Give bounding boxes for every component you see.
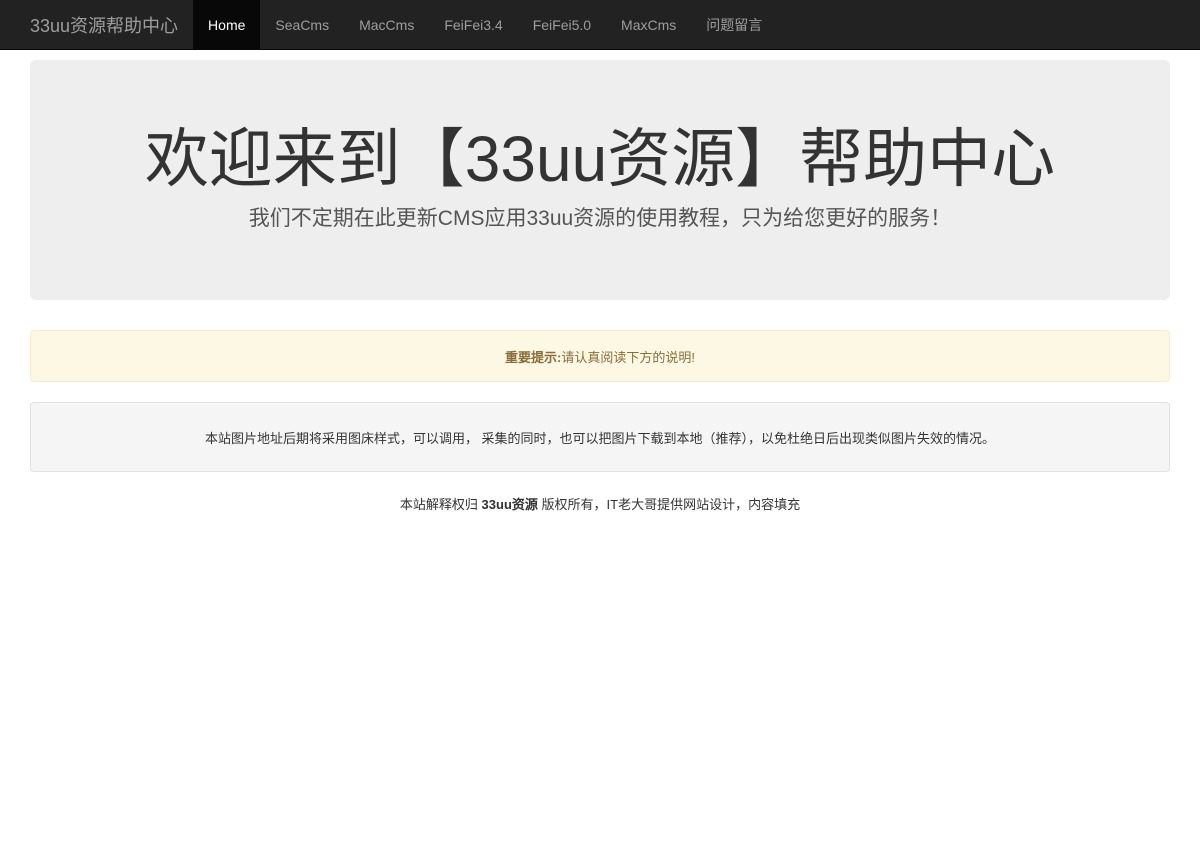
page-footer: 本站解释权归 33uu资源 版权所有，IT老大哥提供网站设计，内容填充 [30, 494, 1170, 513]
hero-jumbotron: 欢迎来到【33uu资源】帮助中心 我们不定期在此更新CMS应用33uu资源的使用… [30, 60, 1170, 300]
navbar-brand-link[interactable]: 33uu资源帮助中心 [15, 0, 193, 49]
nav-link-feedback[interactable]: 问题留言 [691, 0, 777, 49]
hero-title: 欢迎来到【33uu资源】帮助中心 [144, 123, 1056, 195]
footer-suffix: 版权所有，IT老大哥提供网站设计，内容填充 [541, 497, 801, 512]
notice-text: 本站图片地址后期将采用图床样式，可以调用， 采集的同时，也可以把图片下载到本地（… [204, 430, 996, 446]
nav-link-home[interactable]: Home [193, 0, 261, 49]
nav-item-maccms: MacCms [344, 0, 429, 49]
nav-item-feifei50: FeiFei5.0 [518, 0, 606, 49]
nav-item-seacms: SeaCms [260, 0, 344, 49]
footer-brand: 33uu资源 [481, 497, 538, 512]
nav-link-seacms[interactable]: SeaCms [260, 0, 344, 49]
nav-item-home: Home [193, 0, 261, 49]
notice-well: 本站图片地址后期将采用图床样式，可以调用， 采集的同时，也可以把图片下载到本地（… [30, 402, 1170, 472]
nav-menu: Home SeaCms MacCms FeiFei3.4 FeiFei5.0 M… [193, 0, 777, 49]
nav-item-feedback: 问题留言 [691, 0, 777, 49]
top-navbar: 33uu资源帮助中心 Home SeaCms MacCms FeiFei3.4 … [0, 0, 1200, 50]
footer-prefix: 本站解释权归 [399, 497, 478, 512]
alert-text: 请认真阅读下方的说明! [561, 349, 695, 365]
main-container: 欢迎来到【33uu资源】帮助中心 我们不定期在此更新CMS应用33uu资源的使用… [30, 60, 1170, 513]
hero-subtitle: 我们不定期在此更新CMS应用33uu资源的使用教程，只为给您更好的服务！ [248, 207, 952, 231]
nav-link-maccms[interactable]: MacCms [344, 0, 429, 49]
nav-item-feifei34: FeiFei3.4 [429, 0, 517, 49]
nav-link-feifei50[interactable]: FeiFei5.0 [518, 0, 606, 49]
nav-link-feifei34[interactable]: FeiFei3.4 [429, 0, 517, 49]
important-alert: 重要提示: 请认真阅读下方的说明! [30, 330, 1170, 382]
nav-item-maxcms: MaxCms [606, 0, 691, 49]
alert-label: 重要提示: [505, 349, 562, 365]
nav-link-maxcms[interactable]: MaxCms [606, 0, 691, 49]
